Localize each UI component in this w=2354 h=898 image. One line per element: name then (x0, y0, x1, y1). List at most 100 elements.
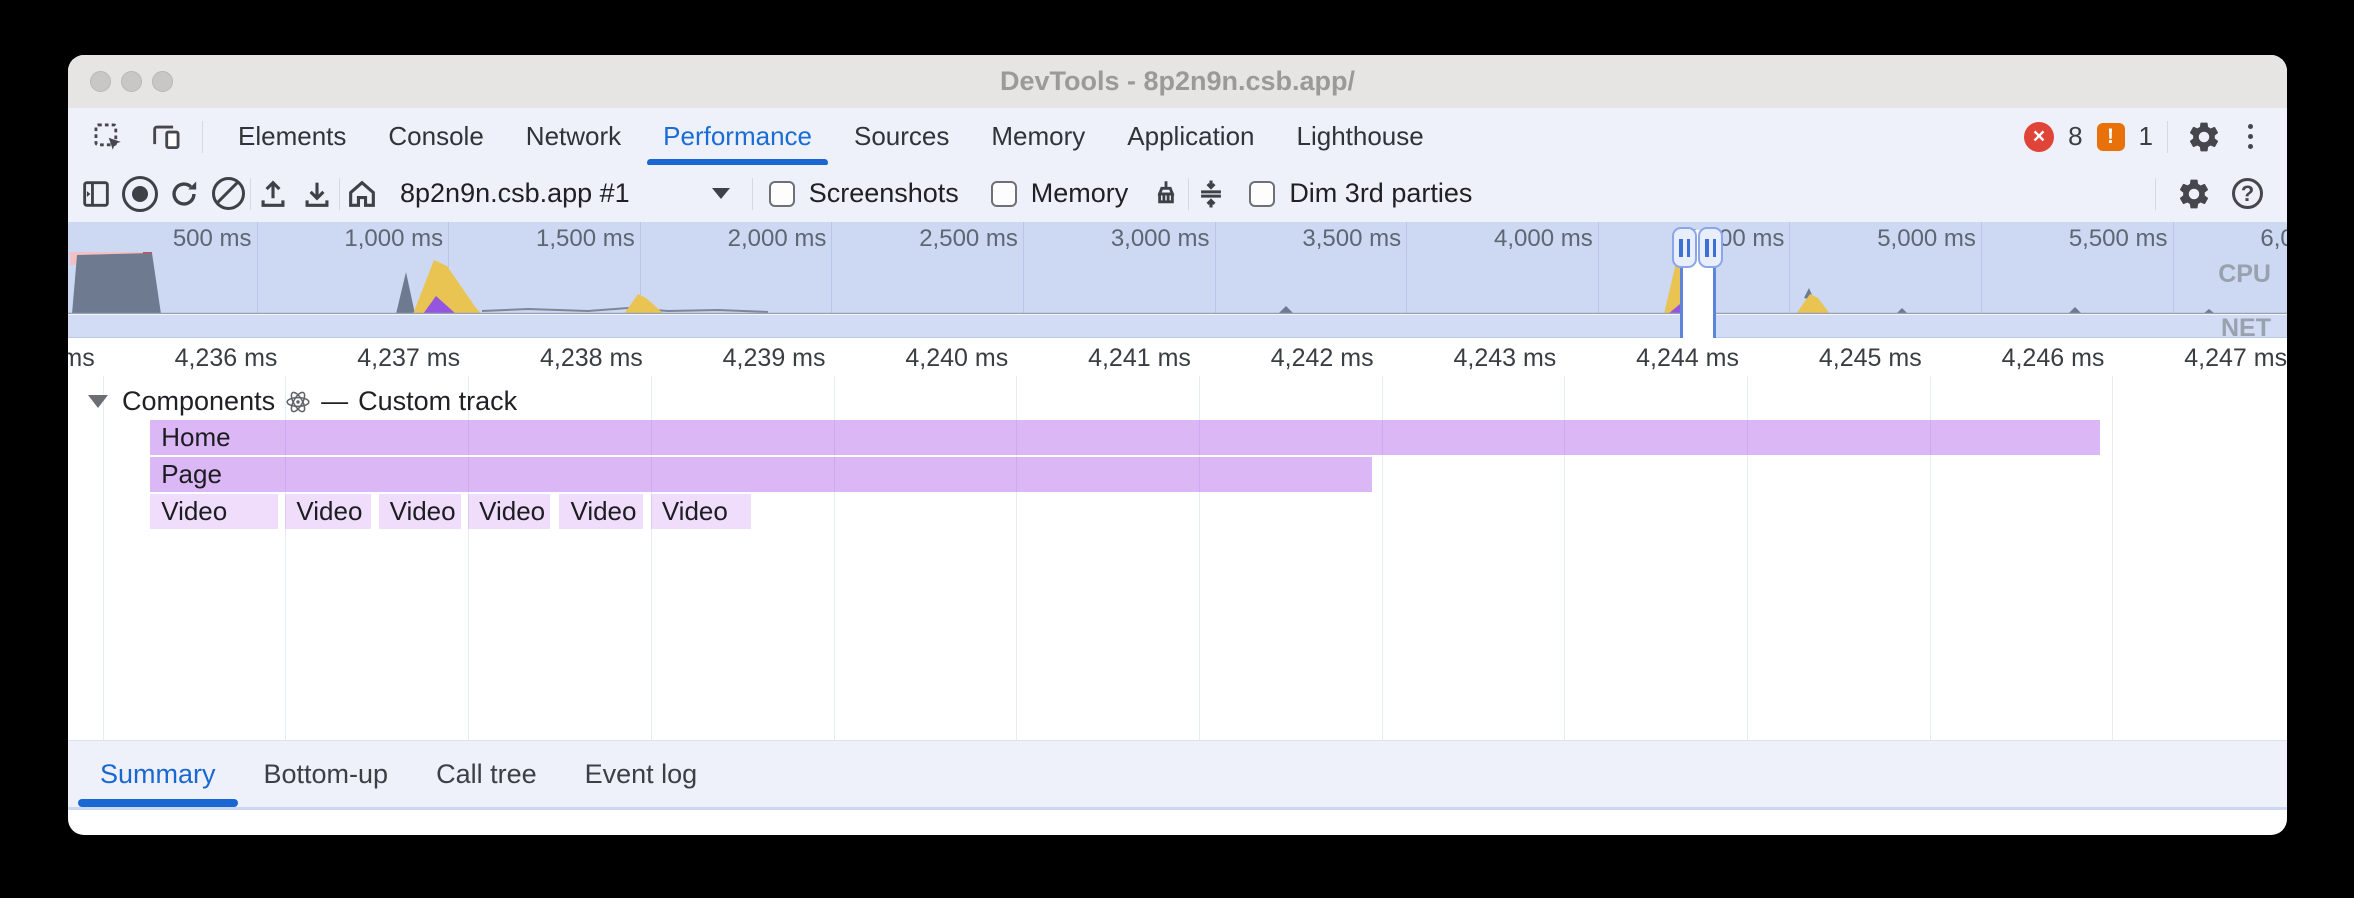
track-event-label: Video (651, 496, 728, 527)
track-content: Components — Custom track HomePageVideoV… (68, 376, 2287, 740)
more-options-icon[interactable] (2240, 120, 2261, 153)
ruler-tick-label: 4,239 ms (723, 344, 826, 373)
bottom-tab-bottom-up[interactable]: Bottom-up (240, 741, 413, 807)
devtools-window: DevTools - 8p2n9n.csb.app/ (68, 55, 2287, 835)
screenshot-stage: DevTools - 8p2n9n.csb.app/ (0, 0, 2354, 898)
chevron-down-icon[interactable] (712, 188, 730, 199)
tab-network[interactable]: Network (505, 108, 642, 165)
track-event-bar[interactable]: Page (150, 457, 1372, 492)
bottom-tab-call-tree[interactable]: Call tree (412, 741, 561, 807)
performance-toolbar: 8p2n9n.csb.app #1 Screenshots Memory (68, 165, 2287, 222)
dim-3rd-parties-checkbox[interactable] (1249, 181, 1275, 207)
tab-application[interactable]: Application (1106, 108, 1275, 165)
titlebar: DevTools - 8p2n9n.csb.app/ (68, 55, 2287, 109)
divider (752, 178, 753, 210)
garbage-collect-icon[interactable] (1144, 172, 1188, 216)
track-row: Home (68, 420, 2287, 455)
ruler-tick-label: 4,242 ms (1271, 344, 1374, 373)
selection-line-left[interactable] (1680, 266, 1683, 338)
clear-recording-icon[interactable] (206, 172, 250, 216)
ruler-tick-label: 4,243 ms (1453, 344, 1556, 373)
screenshots-label: Screenshots (809, 178, 959, 209)
tab-console[interactable]: Console (367, 108, 504, 165)
track-event-bar[interactable]: Video (559, 494, 643, 529)
warning-badge-icon[interactable]: ! (2097, 123, 2125, 151)
capture-settings-gear-icon[interactable] (2172, 172, 2216, 216)
download-profile-icon[interactable] (295, 172, 339, 216)
track-event-bar[interactable]: Video (150, 494, 278, 529)
tab-sources[interactable]: Sources (833, 108, 970, 165)
track-event-bar[interactable]: Video (285, 494, 371, 529)
track-event-label: Page (150, 459, 222, 490)
custom-track-title: Components (122, 386, 275, 417)
reload-and-record-button[interactable] (162, 172, 206, 216)
memory-checkbox[interactable] (991, 181, 1017, 207)
net-band (68, 314, 2287, 338)
tab-elements[interactable]: Elements (217, 108, 367, 165)
selection-line-right[interactable] (1713, 266, 1716, 338)
ruler-tick-label: 4,237 ms (357, 344, 460, 373)
help-icon[interactable]: ? (2232, 178, 2263, 209)
record-button[interactable] (118, 172, 162, 216)
track-event-label: Video (559, 496, 636, 527)
collapse-tracks-icon[interactable] (1189, 172, 1233, 216)
window-title: DevTools - 8p2n9n.csb.app/ (68, 66, 2287, 97)
track-event-label: Home (150, 422, 230, 453)
devtools-tabbar: ElementsConsoleNetworkPerformanceSources… (68, 108, 2287, 166)
target-selector[interactable]: 8p2n9n.csb.app #1 (400, 178, 630, 209)
close-window-button[interactable] (90, 71, 111, 92)
selection-handle-right[interactable] (1698, 227, 1723, 268)
error-count[interactable]: 8 (2068, 121, 2082, 152)
warning-count[interactable]: 1 (2139, 121, 2153, 152)
track-event-label: Video (285, 496, 362, 527)
track-event-bar[interactable]: Video (651, 494, 751, 529)
toggle-sidebar-icon[interactable] (74, 172, 118, 216)
bottom-tab-summary[interactable]: Summary (76, 741, 240, 807)
traffic-lights (90, 71, 173, 92)
track-row: VideoVideoVideoVideoVideoVideo (68, 494, 2287, 529)
track-event-bar[interactable]: Video (379, 494, 461, 529)
home-icon[interactable] (340, 172, 384, 216)
dim-3rd-parties-toggle[interactable]: Dim 3rd parties (1249, 178, 1472, 209)
custom-track-dash: — (321, 386, 348, 417)
ruler-tick-label: 4,246 ms (2002, 344, 2105, 373)
settings-gear-icon[interactable] (2182, 115, 2226, 159)
selection-handle-left[interactable] (1672, 227, 1697, 268)
upload-profile-icon[interactable] (251, 172, 295, 216)
ruler-tick-label: 4,240 ms (905, 344, 1008, 373)
ruler-tick-label: 4,247 ms (2184, 344, 2287, 373)
device-toolbar-icon[interactable] (144, 115, 188, 159)
inspect-element-icon[interactable] (86, 115, 130, 159)
divider (2155, 178, 2156, 210)
bottom-tabbar: SummaryBottom-upCall treeEvent log (68, 740, 2287, 807)
divider (68, 807, 2287, 810)
custom-track-header[interactable]: Components — Custom track (88, 386, 517, 417)
zoom-window-button[interactable] (152, 71, 173, 92)
timeline-overview[interactable]: CPU NET 500 ms1,000 ms1,500 ms2,000 ms2,… (68, 222, 2287, 338)
screenshots-checkbox[interactable] (769, 181, 795, 207)
error-badge-icon[interactable]: × (2024, 122, 2054, 152)
ruler-tick-label: 4,241 ms (1088, 344, 1191, 373)
collapse-triangle-icon[interactable] (88, 395, 108, 408)
ruler-tick-label: 4,245 ms (1819, 344, 1922, 373)
divider (2167, 121, 2168, 153)
memory-label: Memory (1031, 178, 1129, 209)
bottom-tab-event-log[interactable]: Event log (561, 741, 722, 807)
atom-icon (285, 389, 311, 415)
screenshots-toggle[interactable]: Screenshots (769, 178, 959, 209)
memory-toggle[interactable]: Memory (991, 178, 1129, 209)
devtools-tabs: ElementsConsoleNetworkPerformanceSources… (217, 108, 1445, 165)
ruler-tick-label: 4,235 ms (68, 344, 95, 373)
minimize-window-button[interactable] (121, 71, 142, 92)
track-event-label: Video (468, 496, 545, 527)
detail-ruler[interactable]: 4,235 ms4,236 ms4,237 ms4,238 ms4,239 ms… (68, 338, 2287, 376)
track-event-bar[interactable]: Video (468, 494, 550, 529)
tab-performance[interactable]: Performance (642, 108, 833, 165)
tab-memory[interactable]: Memory (970, 108, 1106, 165)
track-event-label: Video (379, 496, 456, 527)
tab-lighthouse[interactable]: Lighthouse (1276, 108, 1445, 165)
dim-3rd-parties-label: Dim 3rd parties (1289, 178, 1472, 209)
custom-track-subtitle: Custom track (358, 386, 517, 417)
divider (202, 121, 203, 153)
track-event-bar[interactable]: Home (150, 420, 2099, 455)
